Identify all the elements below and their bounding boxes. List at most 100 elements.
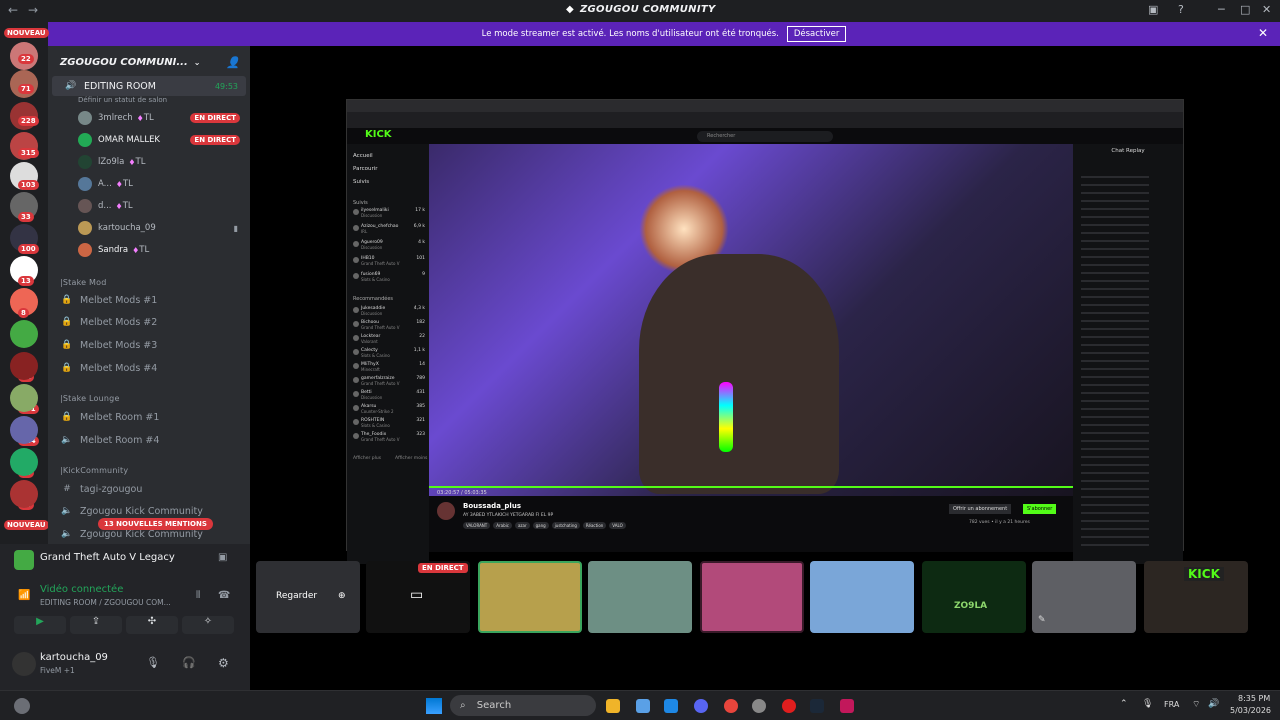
screen-share-button[interactable]: ⇪ [70, 616, 122, 634]
kick-channel-row[interactable]: The_Foodix Grand Theft Auto V 323 [353, 432, 425, 446]
kick-channel-row[interactable]: ROSHTEIN Slots & Casino 321 [353, 418, 425, 432]
store-icon[interactable] [636, 699, 650, 713]
stream-tag[interactable]: gang [532, 522, 549, 529]
back-arrow-icon[interactable]: ← [8, 3, 18, 17]
kick-channel-row[interactable]: fusion69 Slots & Casino 9 [353, 272, 425, 288]
voice-user[interactable]: lZo9la ♦ TL [48, 152, 250, 172]
streamer-name[interactable]: Boussada_plus [463, 502, 521, 510]
kick-channel-row[interactable]: Jukesaddie Discussion 4,3 k [353, 306, 425, 320]
kick-channel-row[interactable]: Azizou_chefchao IRL 6,9 k [353, 224, 425, 240]
server-icon[interactable] [10, 480, 38, 508]
stream-tag[interactable]: VALORANT [463, 522, 491, 529]
kick-channel-row[interactable]: gamerfalzraize Grand Theft Auto V 789 [353, 376, 425, 390]
voice-channel-editing-room[interactable]: 🔊 EDITING ROOM 49:53 [52, 76, 246, 96]
voice-user[interactable]: Sandra ♦ TL [48, 240, 250, 260]
watch-button[interactable]: Regarder [276, 591, 317, 601]
participant-tile[interactable]: ZO9LA [922, 561, 1026, 633]
avatar[interactable] [12, 652, 36, 676]
text-channel[interactable]: # tagi-zgougou [48, 479, 250, 499]
opera-icon[interactable] [782, 699, 796, 713]
steam-icon[interactable] [810, 699, 824, 713]
stream-tag[interactable]: azar [514, 522, 530, 529]
gift-sub-button[interactable]: Offrir un abonnement [949, 504, 1012, 514]
participant-tile[interactable] [810, 561, 914, 633]
category-stake-mod[interactable]: |Stake Mod [48, 272, 250, 292]
tray-chevron-icon[interactable]: ⌃ [1120, 699, 1128, 709]
participant-tile[interactable] [588, 561, 692, 633]
voice-user[interactable]: 3mlrech ♦ TL EN DIRECT [48, 108, 250, 128]
widgets-icon[interactable] [14, 698, 30, 714]
volume-icon[interactable]: 🔊 [1208, 699, 1219, 709]
avatar[interactable] [437, 502, 455, 520]
outlook-icon[interactable] [664, 699, 678, 713]
disconnect-icon[interactable]: ☎ [218, 590, 230, 601]
new-mentions-pill[interactable]: 13 NOUVELLES MENTIONS [98, 518, 213, 530]
kick-nav-item[interactable]: Suivis [353, 176, 378, 189]
stream-tag[interactable]: Réaction [582, 522, 607, 529]
headphones-icon[interactable]: 🎧 [182, 656, 196, 669]
clock-time[interactable]: 8:35 PM [1238, 694, 1270, 703]
activity-icon[interactable]: ▣ [218, 552, 227, 563]
minimize-icon[interactable]: ─ [1218, 3, 1225, 16]
language-indicator[interactable]: FRA [1164, 700, 1179, 709]
kick-channel-row[interactable]: MIiThyX Minecraft 14 [353, 362, 425, 376]
noise-icon[interactable]: ⫴ [196, 590, 200, 601]
voice-user[interactable]: A... ♦ TL [48, 174, 250, 194]
close-icon[interactable]: ✕ [1262, 3, 1271, 16]
stream-tag[interactable]: VALO [609, 522, 626, 529]
kick-channel-row[interactable]: Aguero09 Discussion 4 k [353, 240, 425, 256]
kick-channel-row[interactable]: Betti Discussion 431 [353, 390, 425, 404]
watch-tile[interactable]: Regarder ⊕ [256, 561, 360, 633]
activities-button[interactable]: ✣ [126, 616, 178, 634]
voice-user[interactable]: d... ♦ TL [48, 196, 250, 216]
inbox-icon[interactable]: ▣ [1148, 3, 1158, 16]
kick-channel-row[interactable]: ilyeselmaliki Discussion 17 k [353, 208, 425, 224]
server-icon[interactable] [10, 320, 38, 348]
kick-show-more[interactable]: Afficher plus [353, 456, 381, 461]
category-stake-lounge[interactable]: |Stake Lounge [48, 388, 250, 408]
kick-channel-row[interactable]: IHB10 Grand Theft Auto V 101 [353, 256, 425, 272]
close-banner-icon[interactable]: ✕ [1258, 26, 1268, 40]
video-frame[interactable]: 03:20:57 / 05:03:35 [429, 144, 1073, 496]
disable-streamer-button[interactable]: Désactiver [786, 26, 847, 42]
file-explorer-icon[interactable] [606, 699, 620, 713]
app-icon[interactable] [840, 699, 854, 713]
kick-nav-item[interactable]: Parcourir [353, 163, 378, 176]
server-icon[interactable] [10, 384, 38, 412]
app-icon[interactable] [752, 699, 766, 713]
maximize-icon[interactable]: □ [1240, 3, 1250, 16]
kick-nav-item[interactable]: Accueil [353, 150, 378, 163]
guild-header[interactable]: ZGOUGOU COMMUNI... ⌄ 👤 [48, 46, 250, 78]
kick-channel-row[interactable]: Locktear Valorant 22 [353, 334, 425, 348]
stream-tag[interactable]: Arabic [493, 522, 512, 529]
camera-button[interactable]: ▶ [14, 616, 66, 634]
participant-tile[interactable] [700, 561, 804, 633]
server-icon[interactable] [10, 416, 38, 444]
kick-channel-row[interactable]: Bichoou Grand Theft Auto V 182 [353, 320, 425, 334]
wifi-icon[interactable]: ⌔ [1192, 699, 1200, 710]
voice-channel[interactable]: 🔒 Melbet Mods #3 [48, 335, 250, 355]
voice-channel[interactable]: 🔒 Melbet Mods #1 [48, 290, 250, 310]
kick-search[interactable]: Rechercher [697, 131, 833, 142]
voice-channel[interactable]: 🔈 Melbet Room #4 [48, 430, 250, 450]
forward-arrow-icon[interactable]: → [28, 3, 38, 17]
participant-tile[interactable]: ✎ [1032, 561, 1136, 633]
subscribe-button[interactable]: S'abonner [1023, 504, 1057, 514]
stream-tag[interactable]: justchating [551, 522, 580, 529]
voice-channel[interactable]: 🔒 Melbet Mods #2 [48, 312, 250, 332]
kick-channel-row[interactable]: Akarsu Counter-Strike 2 385 [353, 404, 425, 418]
participant-tile[interactable]: KICK [1144, 561, 1248, 633]
channel-status[interactable]: Définir un statut de salon [78, 96, 167, 104]
microphone-icon[interactable]: 🎙 [146, 656, 160, 669]
microphone-icon[interactable]: 🎙 [1142, 699, 1153, 709]
connection-status[interactable]: Vidéo connectée [40, 584, 123, 595]
voice-channel[interactable]: 🔒 Melbet Room #1 [48, 407, 250, 427]
chrome-icon[interactable] [724, 699, 738, 713]
help-icon[interactable]: ? [1178, 3, 1184, 16]
category-kick-community[interactable]: |KickCommunity [48, 460, 250, 480]
voice-user[interactable]: kartoucha_09 ▮ [48, 218, 250, 238]
add-member-icon[interactable]: 👤 [226, 56, 240, 69]
voice-user[interactable]: OMAR MALLEK EN DIRECT [48, 130, 250, 150]
progress-bar[interactable] [429, 486, 1073, 488]
voice-channel[interactable]: 🔒 Melbet Mods #4 [48, 358, 250, 378]
